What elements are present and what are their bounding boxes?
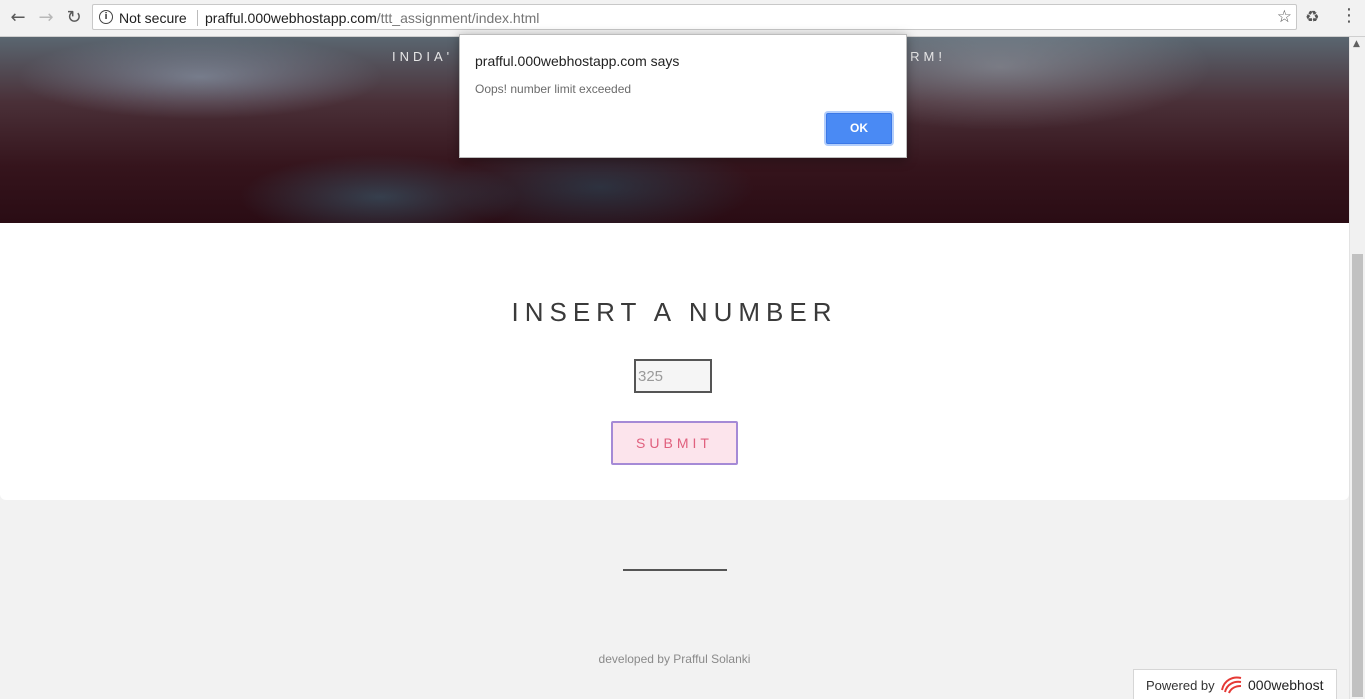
back-icon[interactable]: ← xyxy=(6,6,30,30)
address-bar[interactable]: i Not secure prafful.000webhostapp.com/t… xyxy=(92,4,1297,30)
page-title: INSERT A NUMBER xyxy=(511,297,838,327)
extension-icon[interactable]: ♻ xyxy=(1305,7,1319,26)
hero-tagline-left: INDIA' xyxy=(392,49,454,64)
scroll-up-icon[interactable]: ▲ xyxy=(1353,39,1360,49)
forward-icon[interactable]: → xyxy=(34,6,58,30)
url-host: prafful.000webhostapp.com xyxy=(205,10,377,26)
number-form-card: INSERT A NUMBER SUBMIT xyxy=(0,223,1349,500)
number-input[interactable] xyxy=(634,359,712,393)
reload-icon[interactable]: ↻ xyxy=(62,6,86,30)
url-path: /ttt_assignment/index.html xyxy=(376,10,540,26)
submit-button[interactable]: SUBMIT xyxy=(611,421,738,465)
browser-toolbar: ← → ↻ i Not secure prafful.000webhostapp… xyxy=(0,0,1365,37)
page-scrollbar[interactable]: ▲ xyxy=(1349,37,1365,699)
info-icon[interactable]: i xyxy=(99,10,113,24)
ok-button[interactable]: OK xyxy=(826,113,892,144)
powered-by-badge[interactable]: Powered by 000webhost xyxy=(1133,669,1337,699)
security-label[interactable]: Not secure xyxy=(119,10,187,26)
dialog-title: prafful.000webhostapp.com says xyxy=(475,53,680,69)
webhost-brand: 000webhost xyxy=(1248,677,1324,693)
powered-label: Powered by xyxy=(1146,678,1215,693)
star-icon[interactable]: ☆ xyxy=(1277,7,1292,27)
scroll-thumb[interactable] xyxy=(1352,254,1363,697)
footer-divider xyxy=(623,569,727,571)
dialog-message: Oops! number limit exceeded xyxy=(475,82,632,96)
url-text[interactable]: prafful.000webhostapp.com/ttt_assignment… xyxy=(205,10,539,26)
omnibox-divider xyxy=(197,10,198,26)
alert-dialog: prafful.000webhostapp.com says Oops! num… xyxy=(459,34,907,158)
webhost-logo-icon xyxy=(1221,676,1242,694)
menu-icon[interactable]: ⋮ xyxy=(1340,7,1358,25)
developer-credit: developed by Prafful Solanki xyxy=(598,652,751,666)
